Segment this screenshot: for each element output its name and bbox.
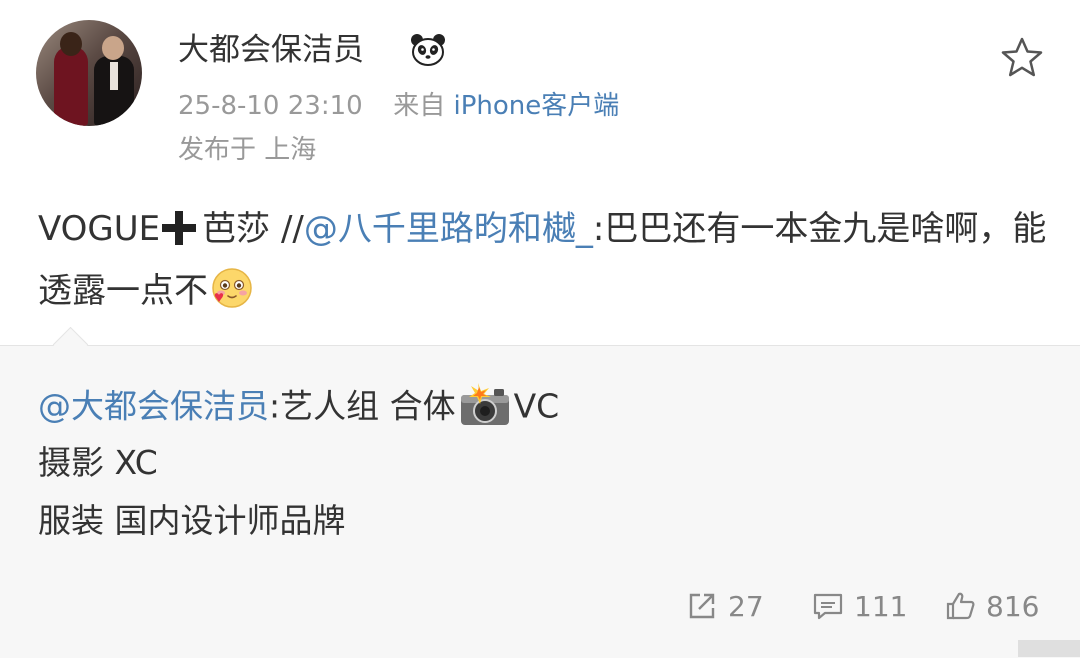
repost-line-1-tail: VC [513, 386, 560, 426]
share-count: 27 [728, 589, 764, 623]
share-button[interactable]: 27 [686, 586, 764, 626]
thumbs-up-icon [946, 592, 975, 620]
post-meta: 25-8-10 23:10 来自 iPhone客户端 [178, 88, 619, 124]
repost-line-2: 摄影 XC [38, 443, 158, 482]
comment-icon [813, 593, 843, 620]
comment-count: 111 [854, 589, 908, 623]
panda-icon [411, 34, 445, 66]
source-prefix: 来自 [393, 91, 446, 121]
watermark-strip [1018, 640, 1080, 657]
repost-author-mention[interactable]: @大都会保洁员 [38, 387, 269, 426]
favorite-star-icon[interactable] [1000, 36, 1044, 78]
timestamp: 25-8-10 23:10 [178, 91, 363, 121]
comment-button[interactable]: 111 [812, 586, 907, 626]
weibo-post: 大都会保洁员 25-8-10 23:10 来自 iPhone客户端 发布于 上海… [0, 0, 1080, 345]
post-content: VOGUE 芭莎 //@八千里路昀和樾_:巴巴还有一本金九是啥啊，能透露一点不 [38, 198, 1048, 322]
share-icon [689, 593, 715, 619]
like-button[interactable]: 816 [944, 586, 1039, 626]
repost-line-1: @大都会保洁员:艺人组 合体 VC [38, 383, 559, 433]
like-count: 816 [986, 589, 1040, 623]
plus-icon [162, 210, 197, 245]
blushing-heart-face-icon [212, 267, 252, 308]
camera-flash-icon [460, 383, 509, 425]
post-location: 发布于 上海 [178, 135, 317, 165]
content-text-bazaar: 芭莎 // [202, 209, 304, 249]
content-text-vogue: VOGUE [38, 209, 161, 249]
source-client-link[interactable]: iPhone客户端 [453, 91, 619, 121]
avatar[interactable] [36, 20, 142, 126]
repost-line-1-text: :艺人组 合体 [269, 386, 456, 426]
username[interactable]: 大都会保洁员 [178, 30, 364, 70]
mention-link[interactable]: @八千里路昀和樾_ [304, 209, 593, 249]
repost-line-3: 服装 国内设计师品牌 [38, 501, 346, 540]
